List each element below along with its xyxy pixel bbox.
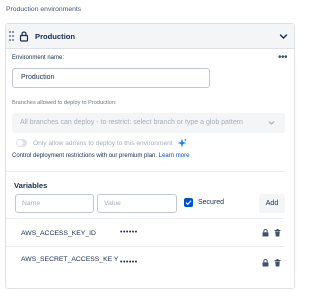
chevron-down-icon[interactable] <box>279 32 288 41</box>
variable-value-masked: •••••• <box>120 259 138 266</box>
caret-down-icon <box>268 121 275 125</box>
learn-more-link[interactable]: Learn more <box>159 153 190 159</box>
environment-header[interactable]: Production <box>6 24 294 49</box>
trash-icon[interactable] <box>274 259 281 267</box>
trash-icon[interactable] <box>274 229 281 237</box>
variable-key: AWS_SECRET_ACCESS_KE Y <box>21 256 119 263</box>
environment-lock-icon <box>19 31 29 42</box>
drag-handle-icon[interactable] <box>9 31 14 42</box>
admin-only-toggle[interactable] <box>16 139 27 147</box>
promo-text: Control deployment restrictions with our… <box>12 153 158 159</box>
variable-key: AWS_ACCESS_KEY_ID <box>21 230 96 237</box>
variable-value-masked: •••••• <box>120 229 138 236</box>
check-icon <box>185 200 192 206</box>
variables-title: Variables <box>14 181 48 190</box>
row-divider <box>6 246 284 247</box>
variable-value-input[interactable]: Value <box>97 194 177 213</box>
admin-toggle-row: Only allow admins to deploy to this envi… <box>16 138 187 148</box>
environment-name-input[interactable]: Production <box>12 68 210 88</box>
premium-sparkle-icon <box>177 138 187 148</box>
branches-label: Branches allowed to deploy to Production… <box>12 100 117 106</box>
environment-name-label: Environment name: <box>12 55 65 61</box>
add-variable-button[interactable]: Add <box>259 194 285 213</box>
section-title: Production environments <box>6 6 82 13</box>
variable-name-input[interactable]: Name <box>15 194 94 213</box>
section-divider <box>6 171 284 172</box>
variables-divider <box>6 218 284 219</box>
branches-select-value: All branches can deploy - to restrict: s… <box>20 119 243 126</box>
branches-select[interactable]: All branches can deploy - to restrict: s… <box>12 113 285 133</box>
lock-icon <box>262 259 269 267</box>
secured-checkbox-row[interactable]: Secured <box>184 198 224 207</box>
secured-label: Secured <box>198 199 225 206</box>
secured-checkbox[interactable] <box>184 198 193 207</box>
environment-title: Production <box>35 32 76 41</box>
lock-icon <box>262 229 269 237</box>
admin-toggle-label: Only allow admins to deploy to this envi… <box>33 139 173 147</box>
more-options-icon[interactable]: ••• <box>278 53 288 63</box>
premium-promo: Control deployment restrictions with our… <box>12 153 189 159</box>
